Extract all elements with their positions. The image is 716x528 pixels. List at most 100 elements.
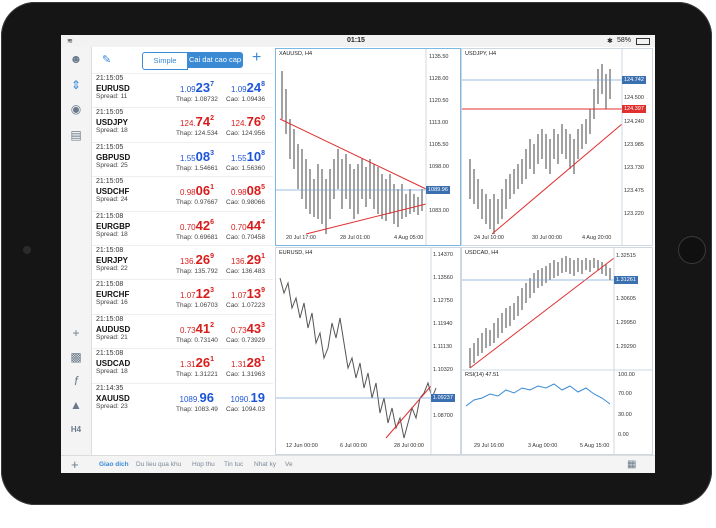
ask-price[interactable]: 124.760 — [225, 114, 265, 129]
symbol-name: USDJPY — [96, 118, 129, 128]
quote-row-usdjpy[interactable]: 21:15:05 USDJPY Spread: 18 124.742 124.760 Th… — [92, 107, 273, 142]
chart-pane-usdjpy[interactable]: USDJPY, H4 124.742 124.500 124.397 124.2… — [461, 48, 653, 246]
low-price: Thap: 124.534 — [176, 130, 218, 138]
indicator-icon[interactable]: f — [67, 373, 85, 389]
chart-pane-usdcad[interactable]: USDCAD, H4 1.32515 1.31261 1.30605 1.299… — [461, 247, 653, 455]
low-price: Thap: 1083.49 — [176, 405, 218, 413]
quote-row-usdcad[interactable]: 21:15:08 USDCAD Spread: 18 1.31261 1.31281 Th… — [92, 348, 273, 383]
symbol-name: USDCHF — [96, 187, 130, 197]
chart-type-icon[interactable]: ▩ — [67, 349, 85, 365]
account-icon[interactable]: ☻ — [67, 51, 85, 67]
ask-price[interactable]: 1.55108 — [225, 149, 265, 164]
low-price: Thap: 1.54661 — [176, 164, 218, 172]
price-label: 1.13560 — [433, 275, 453, 281]
bid-price[interactable]: 1.07123 — [174, 286, 214, 301]
bid-price[interactable]: 1.31261 — [174, 355, 214, 370]
tab-news[interactable]: Tin tuc — [224, 461, 243, 468]
bid-price[interactable]: 1.09237 — [174, 80, 214, 95]
pencil-icon[interactable]: ✎ — [102, 53, 111, 66]
high-price: Cao: 1.31963 — [226, 371, 266, 379]
symbol-name: EURGBP — [96, 221, 131, 231]
quote-row-gbpusd[interactable]: 21:15:05 GBPUSD Spread: 25 1.55083 1.55108 Th… — [92, 141, 273, 177]
price-label: 1.11940 — [433, 321, 453, 327]
date-label: 5 Aug 15:00 — [580, 443, 610, 449]
tab-journal[interactable]: Nhat ky — [254, 461, 276, 468]
ask-price[interactable]: 0.98085 — [225, 183, 265, 198]
market-watch-panel: ✎ Simple Cai dat cao cap + 21:15:05 EURUS… — [92, 47, 274, 455]
symbol-name: XAUUSD — [96, 393, 130, 403]
chart-pane-eurusd[interactable]: EURUSD, H4 1.14370 1.13560 1.12750 1.119… — [275, 247, 461, 455]
high-price: Cao: 1.09436 — [226, 96, 266, 103]
layout-icon[interactable]: ▦ — [627, 459, 636, 470]
bid-price[interactable]: 0.70426 — [174, 218, 214, 233]
bid-price[interactable]: 124.742 — [174, 114, 214, 129]
chat-icon[interactable]: ◉ — [67, 101, 85, 117]
ask-price[interactable]: 1.09248 — [225, 80, 265, 95]
low-price: Thap: 0.69681 — [176, 233, 218, 241]
current-price-tag: 1.31261 — [614, 276, 638, 284]
rsi-level: 30.00 — [618, 412, 632, 418]
timeframe-button[interactable]: H4 — [67, 422, 85, 438]
ask-price[interactable]: 0.70444 — [225, 218, 265, 233]
ask-price[interactable]: 0.73433 — [225, 321, 265, 336]
bid-price[interactable]: 0.73412 — [174, 321, 214, 336]
ask-price[interactable]: 1090.19 — [225, 390, 266, 405]
tab-mailbox[interactable]: Hop thu — [192, 461, 215, 468]
quotes-icon[interactable]: ⇕ — [67, 77, 85, 93]
home-button[interactable] — [678, 236, 706, 264]
price-label: 124.240 — [624, 119, 644, 125]
market-watch-header: ✎ Simple Cai dat cao cap + — [92, 47, 273, 73]
quote-row-usdchf[interactable]: 21:15:05 USDCHF Spread: 24 0.98061 0.98085 Th… — [92, 176, 273, 211]
low-price: Thap: 1.31221 — [176, 371, 218, 379]
bluetooth-icon: ✱ — [607, 38, 613, 45]
spread-value: Spread: 18 — [96, 230, 128, 238]
current-price-tag: 1089.96 — [426, 186, 450, 194]
date-label: 20 Jul 17:00 — [286, 235, 316, 241]
chart-pane-xauusd[interactable]: XAUUSD, H4 1135.50 1128.00 1120.50 1113.… — [275, 48, 461, 246]
bid-price[interactable]: 0.98061 — [174, 183, 214, 198]
charts-area: XAUUSD, H4 1135.50 1128.00 1120.50 1113.… — [273, 47, 655, 455]
bid-price[interactable]: 1089.96 — [174, 390, 215, 405]
quote-row-eurusd[interactable]: 21:15:05 EURUSD Spread: 11 1.09237 1.09248 Th… — [92, 73, 273, 108]
battery-icon — [636, 38, 650, 45]
date-label: 28 Jul 00:00 — [394, 443, 424, 449]
ask-price[interactable]: 136.291 — [225, 252, 265, 267]
add-icon[interactable]: + — [71, 457, 79, 472]
quote-row-eurjpy[interactable]: 21:15:08 EURJPY Spread: 22 136.269 136.291 Th… — [92, 245, 273, 280]
price-label: 1135.50 — [429, 54, 449, 60]
simple-mode-tab[interactable]: Simple — [142, 52, 188, 70]
high-price: Cao: 124.956 — [226, 130, 266, 138]
bid-price[interactable]: 1.55083 — [174, 149, 214, 164]
price-label: 1.29290 — [616, 344, 636, 350]
spread-value: Spread: 18 — [96, 368, 128, 376]
high-price: Cao: 1.07223 — [226, 302, 266, 310]
symbol-name: EURUSD — [96, 84, 130, 93]
advanced-mode-tab[interactable]: Cai dat cao cap — [187, 52, 243, 68]
quote-row-xauusd[interactable]: 21:14:35 XAUUSD Spread: 23 1089.96 1090.19 Th… — [92, 382, 273, 418]
high-price: Cao: 0.98066 — [226, 199, 266, 207]
tab-draw[interactable]: Ve — [285, 461, 293, 468]
high-price: Cao: 136.483 — [226, 268, 266, 275]
add-symbol-button[interactable]: + — [252, 49, 261, 67]
tab-trade[interactable]: Giao dich — [99, 461, 129, 468]
date-label: 4 Aug 05:00 — [394, 235, 424, 241]
date-label: 3 Aug 00:00 — [528, 443, 558, 449]
document-add-icon[interactable]: ▤ — [67, 127, 85, 143]
quote-time: 21:15:08 — [96, 212, 124, 220]
quote-time: 21:15:05 — [96, 109, 124, 117]
rsi-title: RSI(14) 47.51 — [465, 372, 500, 378]
spread-value: Spread: 25 — [96, 161, 128, 169]
ask-price[interactable]: 1.07139 — [225, 286, 265, 301]
quote-row-eurchf[interactable]: 21:15:08 EURCHF Spread: 16 1.07123 1.07139 Th… — [92, 279, 273, 314]
quote-row-eurgbp[interactable]: 21:15:08 EURGBP Spread: 18 0.70426 0.70444 Th… — [92, 210, 273, 246]
tab-history[interactable]: Du lieu qua khu — [136, 461, 181, 468]
date-label: 24 Jul 10:00 — [474, 235, 504, 241]
price-label: 1120.50 — [429, 98, 449, 104]
quote-row-audusd[interactable]: 21:15:08 AUDUSD Spread: 21 0.73412 0.73433 Th… — [92, 313, 273, 349]
ask-price[interactable]: 1.31281 — [225, 355, 265, 370]
price-label: 1105.50 — [429, 142, 449, 148]
bid-price[interactable]: 136.269 — [174, 252, 214, 267]
crosshair-icon[interactable]: + — [67, 325, 85, 341]
spread-value: Spread: 23 — [96, 402, 128, 410]
objects-icon[interactable]: ▲ — [67, 397, 85, 413]
